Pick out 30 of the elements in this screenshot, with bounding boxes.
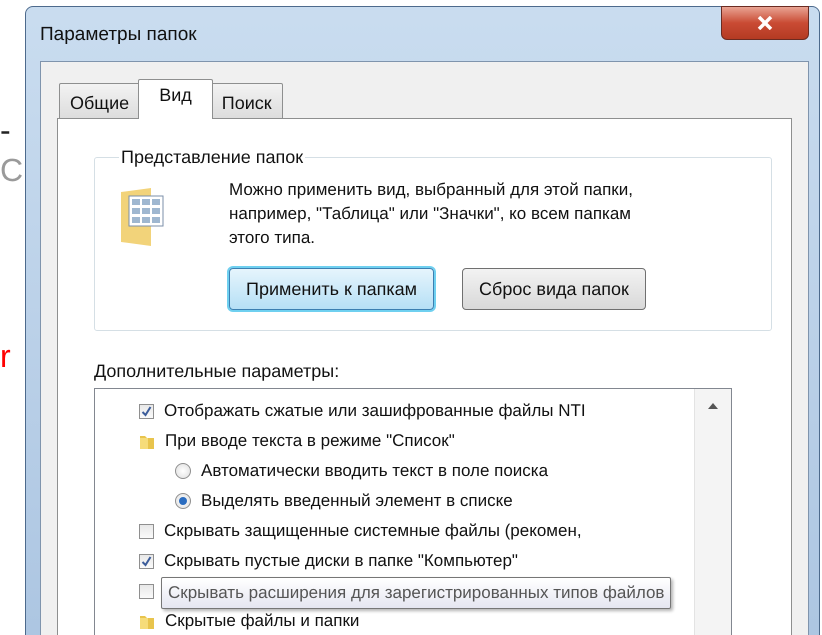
close-button[interactable]: [721, 6, 809, 40]
option-label: Автоматически вводить текст в поле поиска: [201, 461, 548, 481]
checkbox[interactable]: [139, 404, 154, 418]
apply-button[interactable]: Сброс вида папок: [462, 268, 646, 310]
tab[interactable]: Поиск: [210, 83, 283, 119]
radio-button[interactable]: [175, 493, 191, 509]
tooltip: Скрывать расширения для зарегистрированных типов файлов: [161, 577, 672, 609]
option-label: Отображать сжатые или зашифрованные файлы NTI: [164, 401, 586, 421]
option-label: При вводе текста в режиме "Список": [165, 431, 455, 451]
background-text: С: [0, 152, 24, 188]
close-icon: [757, 16, 773, 30]
checkbox[interactable]: [139, 554, 154, 568]
option-label: Выделять введенный элемент в списке: [201, 491, 513, 511]
radio-button[interactable]: [175, 463, 191, 479]
scroll-up-icon[interactable]: [708, 403, 718, 409]
option-label: Скрывать защищенные системные файлы (рекомен,: [164, 521, 582, 541]
scrollbar[interactable]: [694, 389, 731, 635]
description-text: Можно применить вид, выбранный для этой папки, например, "Таблица" или "Значки", ко всем папкам этого типа.: [229, 179, 634, 249]
checkbox[interactable]: [139, 524, 154, 538]
apply-button[interactable]: Применить к папкам: [229, 268, 434, 310]
section-label: Дополнительные параметры:: [94, 361, 340, 382]
group-title: Представление папок: [120, 147, 304, 168]
window-title: Параметры папок: [40, 24, 197, 46]
tab[interactable]: Общие: [59, 83, 140, 119]
background-text: -: [0, 112, 12, 148]
option-label: Скрытые файлы и папки: [165, 611, 360, 631]
checkbox[interactable]: [139, 584, 154, 598]
background-text: r: [0, 338, 12, 374]
option-label: Скрывать пустые диски в папке "Компьютер": [164, 551, 518, 571]
tab[interactable]: Вид: [138, 79, 213, 119]
